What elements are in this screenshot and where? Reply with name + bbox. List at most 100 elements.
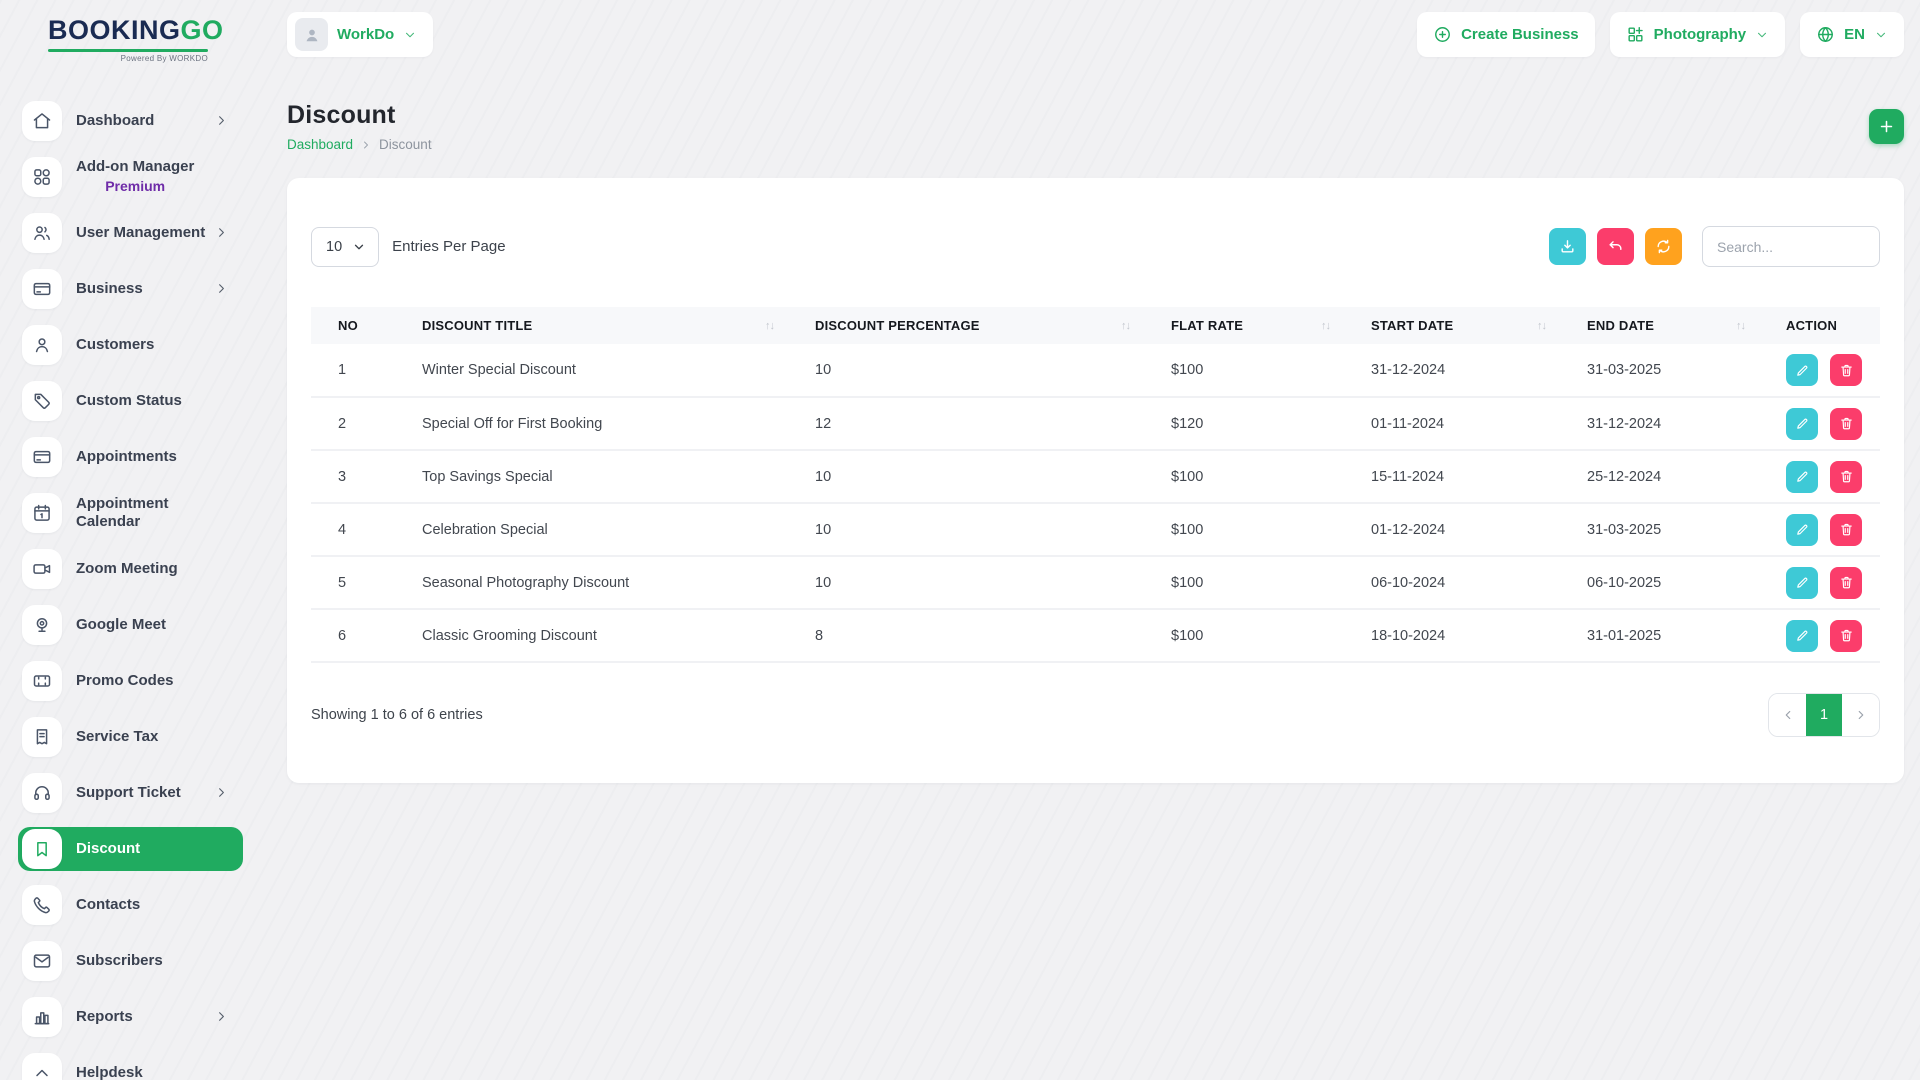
globe-icon: [1816, 25, 1835, 44]
sidebar-item[interactable]: Appointment Calendar: [18, 491, 243, 535]
sidebar-item[interactable]: Support Ticket: [18, 771, 243, 815]
delete-button[interactable]: [1830, 620, 1862, 652]
sidebar-item-label: Add-on Manager: [76, 158, 194, 176]
sidebar-item-label: Helpdesk: [76, 1064, 143, 1080]
sidebar-item[interactable]: Customers: [18, 323, 243, 367]
entries-control: 10 Entries Per Page: [311, 227, 506, 267]
pencil-icon: [1795, 469, 1810, 484]
sidebar-item-label: User Management: [76, 224, 205, 242]
sidebar-item[interactable]: Appointments: [18, 435, 243, 479]
pagination-page-1[interactable]: 1: [1806, 694, 1842, 736]
topbar-actions: Create Business Photography EN: [1417, 12, 1904, 57]
sidebar-item[interactable]: Service Tax: [18, 715, 243, 759]
sort-icon[interactable]: ↑↓: [1537, 320, 1546, 332]
column-header[interactable]: ACTION ↑↓: [1759, 307, 1880, 344]
app-root: BOOKINGGO Powered By WORKDO Dashboard: [0, 0, 1920, 1080]
reset-button[interactable]: [1597, 228, 1634, 265]
sidebar-item-label: Custom Status: [76, 392, 182, 410]
sidebar-item[interactable]: Contacts: [18, 883, 243, 927]
chevron-right-icon: [214, 225, 229, 240]
column-header-label: DISCOUNT TITLE: [422, 318, 532, 333]
column-header[interactable]: END DATE ↑↓: [1560, 307, 1759, 344]
cell-flat-rate: $100: [1144, 344, 1344, 397]
sidebar-item-label: Contacts: [76, 896, 140, 914]
edit-button[interactable]: [1786, 567, 1818, 599]
edit-button[interactable]: [1786, 620, 1818, 652]
column-header-label: END DATE: [1587, 318, 1654, 333]
column-header[interactable]: START DATE ↑↓: [1344, 307, 1560, 344]
export-button[interactable]: [1549, 228, 1586, 265]
sidebar-item[interactable]: Promo Codes: [18, 659, 243, 703]
add-discount-button[interactable]: [1869, 109, 1904, 144]
delete-button[interactable]: [1830, 461, 1862, 493]
chevron-left-icon: [1781, 708, 1795, 722]
pencil-icon: [1795, 575, 1810, 590]
chevron-right-icon: [214, 1009, 229, 1024]
app-logo[interactable]: BOOKINGGO Powered By WORKDO: [0, 16, 215, 63]
sort-icon[interactable]: ↑↓: [765, 320, 774, 332]
create-business-button[interactable]: Create Business: [1417, 12, 1595, 57]
sidebar-item[interactable]: Discount: [18, 827, 243, 871]
sort-icon[interactable]: ↑↓: [1121, 320, 1130, 332]
workspace-grid-icon: [1626, 25, 1645, 44]
sidebar-item[interactable]: Add-on Manager Premium: [18, 155, 243, 199]
cell-flat-rate: $100: [1144, 556, 1344, 609]
card-icon: [22, 437, 62, 477]
search-input[interactable]: [1702, 226, 1880, 267]
edit-button[interactable]: [1786, 461, 1818, 493]
edit-button[interactable]: [1786, 354, 1818, 386]
cell-start-date: 15-11-2024: [1344, 450, 1560, 503]
cell-action: [1759, 397, 1880, 450]
business-selector[interactable]: Photography: [1610, 12, 1786, 57]
tag-icon: [22, 381, 62, 421]
cell-start-date: 31-12-2024: [1344, 344, 1560, 397]
sidebar-item[interactable]: Business: [18, 267, 243, 311]
sidebar-item[interactable]: Helpdesk: [18, 1051, 243, 1080]
edit-button[interactable]: [1786, 514, 1818, 546]
entries-per-page-select[interactable]: 10: [311, 227, 379, 267]
sidebar-item[interactable]: Google Meet: [18, 603, 243, 647]
breadcrumb-dashboard-link[interactable]: Dashboard: [287, 137, 353, 152]
pencil-icon: [1795, 416, 1810, 431]
table-row: 5 Seasonal Photography Discount 10 $100 …: [311, 556, 1880, 609]
sort-icon[interactable]: ↑↓: [1321, 320, 1330, 332]
sidebar-item[interactable]: Reports: [18, 995, 243, 1039]
page-title-block: Discount Dashboard Discount: [287, 101, 432, 152]
pagination-next-button[interactable]: [1842, 694, 1879, 736]
edit-button[interactable]: [1786, 408, 1818, 440]
chevron-right-icon: [360, 139, 372, 151]
plus-icon: [1878, 118, 1895, 135]
pagination-prev-button[interactable]: [1769, 694, 1806, 736]
table-footer: Showing 1 to 6 of 6 entries 1: [311, 693, 1880, 737]
sidebar-item[interactable]: User Management: [18, 211, 243, 255]
cell-discount-title: Top Savings Special: [395, 450, 788, 503]
sort-icon[interactable]: ↑↓: [1736, 320, 1745, 332]
column-header[interactable]: FLAT RATE ↑↓: [1144, 307, 1344, 344]
download-icon: [1559, 238, 1576, 255]
delete-button[interactable]: [1830, 567, 1862, 599]
phone-icon: [22, 885, 62, 925]
plus-circle-icon: [1433, 25, 1452, 44]
topbar: WorkDo Create Business Photography EN: [287, 0, 1904, 57]
language-selector[interactable]: EN: [1800, 12, 1904, 57]
column-header[interactable]: DISCOUNT PERCENTAGE ↑↓: [788, 307, 1144, 344]
discount-table-card: 10 Entries Per Page: [287, 178, 1904, 783]
sidebar-item-label: Business: [76, 280, 143, 298]
sidebar-item[interactable]: Subscribers: [18, 939, 243, 983]
sidebar-item[interactable]: Custom Status: [18, 379, 243, 423]
column-header[interactable]: NO ↑↓: [311, 307, 395, 344]
delete-button[interactable]: [1830, 408, 1862, 440]
table-head: NO ↑↓ DISCOUNT TITLE ↑↓: [311, 307, 1880, 344]
undo-icon: [1607, 238, 1624, 255]
delete-button[interactable]: [1830, 354, 1862, 386]
cell-action: [1759, 609, 1880, 662]
workspace-switcher[interactable]: WorkDo: [287, 12, 433, 57]
delete-button[interactable]: [1830, 514, 1862, 546]
avatar: [295, 18, 328, 51]
refresh-button[interactable]: [1645, 228, 1682, 265]
cell-discount-title: Celebration Special: [395, 503, 788, 556]
sidebar-item[interactable]: Dashboard: [18, 99, 243, 143]
sidebar-item[interactable]: Zoom Meeting: [18, 547, 243, 591]
chevron-right-icon: [214, 113, 229, 128]
column-header[interactable]: DISCOUNT TITLE ↑↓: [395, 307, 788, 344]
